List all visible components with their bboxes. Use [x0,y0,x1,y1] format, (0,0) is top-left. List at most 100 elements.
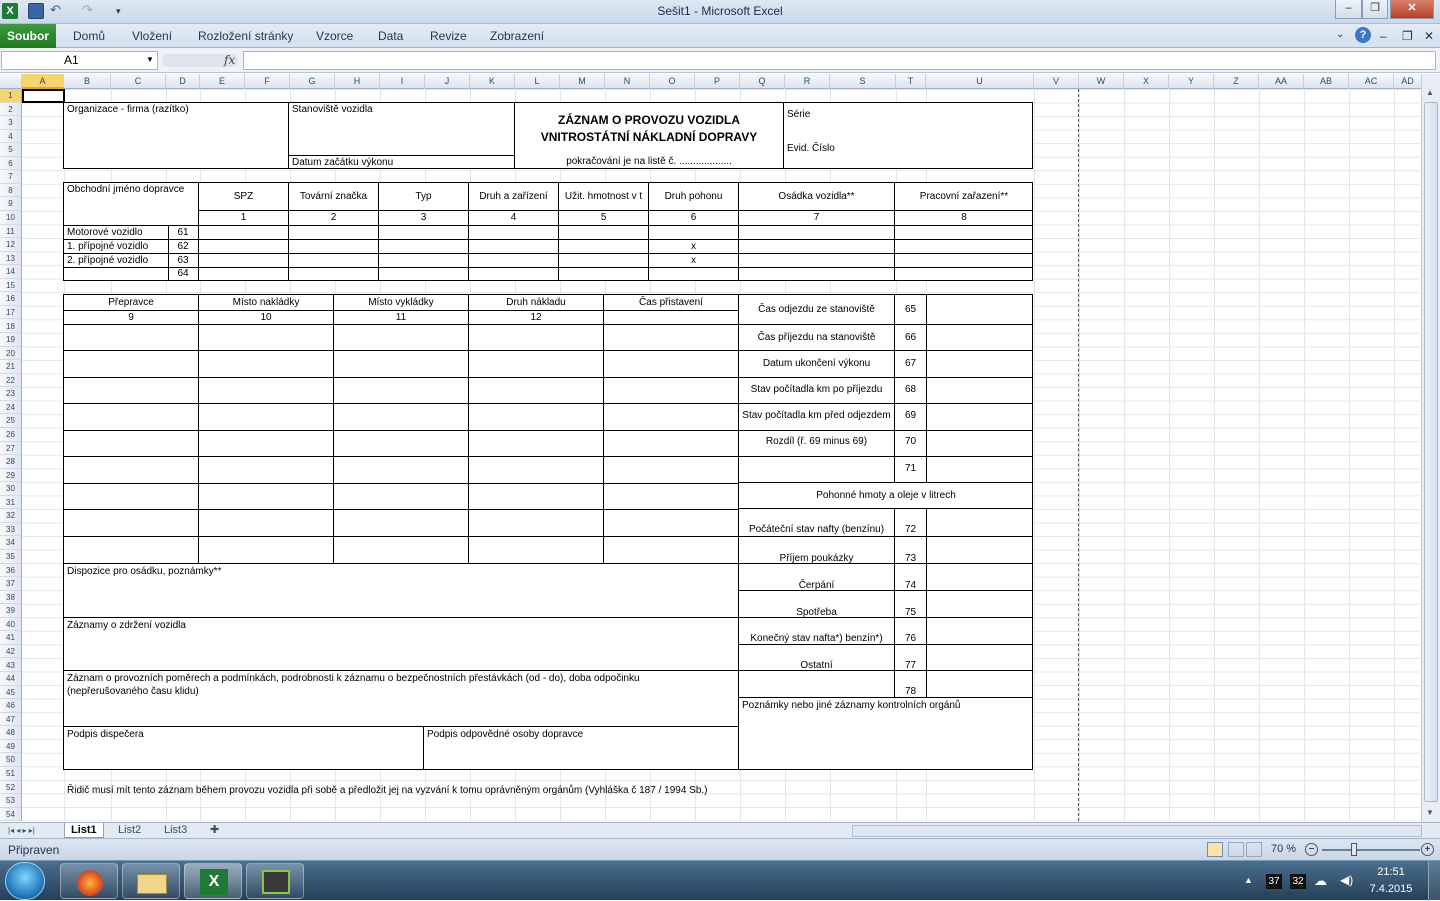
column-header[interactable]: N [605,74,650,89]
column-header[interactable]: J [425,74,470,89]
column-header[interactable]: M [560,74,605,89]
help-icon[interactable]: ? [1355,27,1371,43]
sheet-tab[interactable]: List2 [112,823,147,838]
row-header[interactable]: 41 [0,631,21,645]
row-header[interactable]: 50 [0,753,21,767]
select-all-corner[interactable] [0,74,22,89]
zoom-slider-thumb[interactable] [1351,843,1357,856]
column-header[interactable]: AA [1259,74,1304,89]
column-header[interactable]: A [22,74,64,89]
column-header[interactable]: C [111,74,166,89]
sheet-tab[interactable]: List3 [158,823,193,838]
tab-review[interactable]: Revize [430,29,467,43]
row-header[interactable]: 38 [0,591,21,605]
row-header[interactable]: 26 [0,428,21,442]
row-header[interactable]: 27 [0,442,21,456]
row-header[interactable]: 11 [0,225,21,239]
column-header[interactable]: U [926,74,1034,89]
column-header[interactable]: Z [1214,74,1259,89]
column-header[interactable]: P [695,74,740,89]
column-header[interactable]: R [785,74,830,89]
tab-data[interactable]: Data [378,29,403,43]
column-header[interactable]: Q [740,74,785,89]
row-header[interactable]: 24 [0,401,21,415]
row-header[interactable]: 47 [0,713,21,727]
tab-page-layout[interactable]: Rozložení stránky [198,29,293,43]
column-header[interactable]: I [380,74,425,89]
row-header[interactable]: 39 [0,604,21,618]
show-desktop-button[interactable] [1428,861,1440,901]
row-header[interactable]: 13 [0,252,21,266]
column-header[interactable]: D [166,74,200,89]
row-header[interactable]: 32 [0,509,21,523]
zoom-out-icon[interactable]: − [1305,843,1318,856]
spreadsheet-grid[interactable] [22,89,1420,821]
workbook-close-icon[interactable]: ✕ [1424,29,1434,43]
row-header[interactable]: 42 [0,645,21,659]
column-header[interactable]: Y [1169,74,1214,89]
row-header[interactable]: 53 [0,794,21,808]
row-header[interactable]: 2 [0,103,21,117]
workbook-restore-icon[interactable]: ❐ [1402,29,1413,43]
row-header[interactable]: 17 [0,306,21,320]
row-header[interactable]: 7 [0,170,21,184]
column-header[interactable]: L [515,74,560,89]
row-header[interactable]: 30 [0,482,21,496]
name-box[interactable]: A1 [1,51,158,70]
tray-badge-2[interactable]: 32 [1290,874,1306,889]
clock-time[interactable]: 21:51 [1366,866,1416,878]
column-header[interactable]: AD [1394,74,1422,89]
firefox-taskbar-icon[interactable] [60,863,118,899]
row-header[interactable]: 34 [0,536,21,550]
row-header[interactable]: 1 [0,89,21,103]
row-header[interactable]: 12 [0,238,21,252]
zoom-slider[interactable] [1322,849,1420,851]
scroll-down-icon[interactable]: ▼ [1426,808,1434,817]
restore-button[interactable]: ❐ [1362,0,1388,19]
row-header[interactable]: 9 [0,197,21,211]
row-header[interactable]: 43 [0,659,21,673]
row-header[interactable]: 46 [0,699,21,713]
row-header[interactable]: 14 [0,265,21,279]
column-header[interactable]: S [830,74,896,89]
column-header[interactable]: O [650,74,695,89]
tab-home[interactable]: Domů [73,29,105,43]
zoom-in-icon[interactable]: + [1421,843,1434,856]
row-header[interactable]: 28 [0,455,21,469]
row-header[interactable]: 16 [0,292,21,306]
insert-function-icon[interactable]: fx [224,53,235,67]
row-header[interactable]: 40 [0,618,21,632]
clock-date[interactable]: 7.4.2015 [1362,883,1420,895]
row-header[interactable]: 44 [0,672,21,686]
tab-formulas[interactable]: Vzorce [316,29,353,43]
active-cell[interactable] [22,89,65,103]
column-header[interactable]: K [470,74,515,89]
column-header[interactable]: H [335,74,380,89]
scroll-up-icon[interactable]: ▲ [1426,88,1434,97]
row-header[interactable]: 36 [0,564,21,578]
row-header[interactable]: 48 [0,726,21,740]
column-header[interactable]: AB [1304,74,1349,89]
media-taskbar-icon[interactable] [246,863,304,899]
sheet-tab-active[interactable]: List1 [64,823,104,838]
row-header[interactable]: 37 [0,577,21,591]
sheet-nav-icons[interactable]: |◂ ◂ ▸ ▸| [2,823,41,838]
file-tab[interactable]: Soubor [0,24,56,48]
row-header[interactable]: 5 [0,143,21,157]
volume-icon[interactable]: ◀) [1340,873,1353,887]
row-header[interactable]: 33 [0,523,21,537]
name-box-dropdown-icon[interactable]: ▼ [146,55,154,64]
column-header[interactable]: W [1079,74,1124,89]
row-header[interactable]: 3 [0,116,21,130]
row-header[interactable]: 22 [0,374,21,388]
vertical-scrollbar[interactable]: ▲ ▼ [1421,74,1440,822]
cloud-icon[interactable]: ☁ [1314,873,1327,889]
horizontal-scrollbar[interactable] [852,825,1422,837]
column-header[interactable]: T [896,74,926,89]
column-header[interactable]: E [200,74,245,89]
column-header[interactable]: B [64,74,111,89]
workbook-minimize-icon[interactable]: – [1380,29,1387,43]
row-header[interactable]: 35 [0,550,21,564]
row-header[interactable]: 6 [0,157,21,171]
row-header[interactable]: 31 [0,496,21,510]
